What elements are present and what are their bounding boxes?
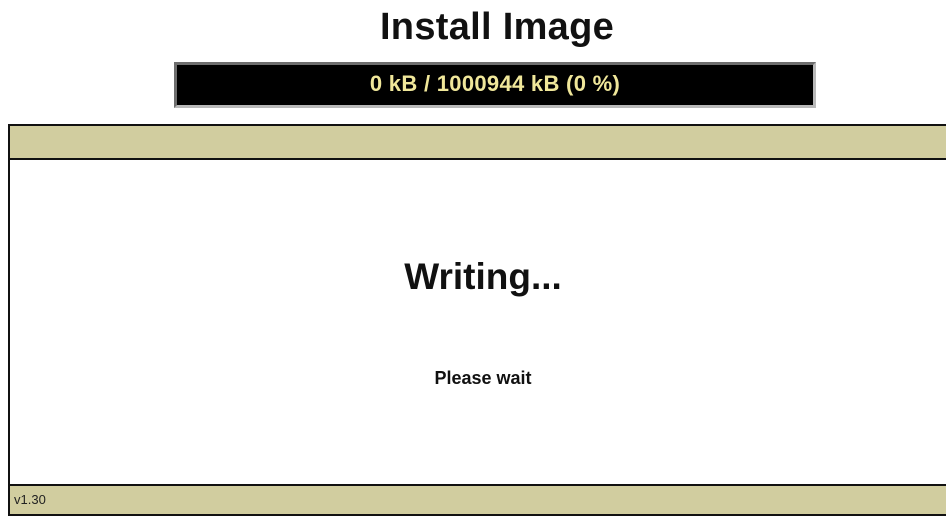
status-subtext: Please wait — [434, 368, 532, 388]
progress-text: 0 kB / 1000944 kB (0 %) — [369, 71, 621, 96]
panel-header-band — [10, 126, 946, 160]
panel-footer-band: v1.30 — [10, 484, 946, 514]
status-heading: Writing... — [404, 256, 562, 297]
progress-bar: 0 kB / 1000944 kB (0 %) — [174, 62, 816, 108]
status-panel: Writing... Please wait v1.30 — [8, 124, 946, 516]
installer-screen: Install Image 0 kB / 1000944 kB (0 %) Wr… — [0, 0, 946, 518]
version-label: v1.30 — [14, 492, 46, 507]
page-title: Install Image — [379, 6, 615, 48]
